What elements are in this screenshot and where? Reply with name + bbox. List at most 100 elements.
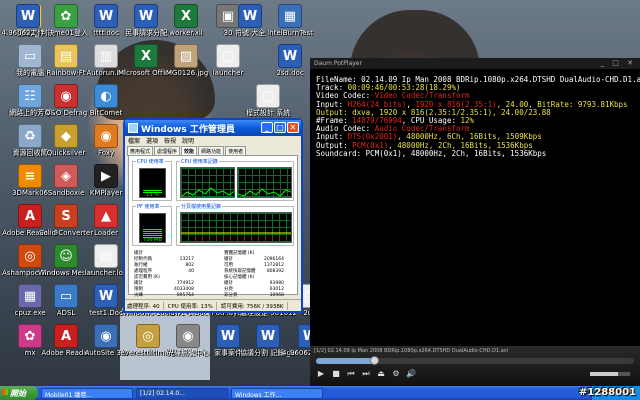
eject-icon[interactable]: ⏏ <box>376 369 386 379</box>
physical-memory-section: 實體記憶體 (K) 總計 2096164 可用 1372812 系統快取記憶體 808… <box>224 251 284 275</box>
desktop-icon-image: ◉ <box>54 84 78 108</box>
volume-slider[interactable] <box>590 372 630 376</box>
task-manager-statusbar: 處理程序: 40 CPU 使用率: 13% 認可費用: 756K / 3938K <box>125 299 301 311</box>
desktop-icon-image: ▤ <box>94 244 118 268</box>
kernel-memory-section: 核心記憶體 (K) 總計 93980 分頁 63012 非分頁 30968 <box>224 275 284 299</box>
desktop-icon-image: ◆ <box>54 124 78 148</box>
seek-bar-progress <box>316 358 375 364</box>
status-processes: 處理程序: 40 <box>127 301 164 310</box>
task-manager-icon <box>128 123 138 133</box>
player-control-bar: [1/2] 02.14.09 Ip Man 2008 BDRip.1080p.x… <box>310 346 640 386</box>
desktop-icon-image: A <box>54 324 78 348</box>
stop-icon[interactable]: ■ <box>331 369 341 379</box>
taskbar: 開始 Mobile01 議壇... [1/2] 02.14.0... Windo… <box>0 386 640 400</box>
performance-panel: CPU 使用率 13 % CPU 使用率記錄 PF 使用率 756 MB 分頁檔… <box>128 155 298 298</box>
desktop-icon-image: ◈ <box>54 164 78 188</box>
pf-usage-value: 756 MB <box>143 237 162 243</box>
cpu-history-label: CPU 使用率記錄 <box>180 158 219 165</box>
media-player-window[interactable]: Daum PotPlayer _ □ ✕ FileName: 02.14.09 … <box>310 58 640 386</box>
seek-bar[interactable] <box>316 356 634 365</box>
desktop-icon-image: ◐ <box>94 84 118 108</box>
maximize-button[interactable]: □ <box>274 122 286 133</box>
desktop-icon-image: W <box>134 4 158 28</box>
status-commit: 認可費用: 756K / 3938K <box>221 301 288 310</box>
desktop-icon-image: ▢ <box>256 84 280 108</box>
pf-usage-meter: 756 MB <box>139 213 166 243</box>
desktop-icon-image: W <box>238 4 262 28</box>
desktop-icon-image: ▥ <box>94 44 118 68</box>
taskbar-button-player[interactable]: [1/2] 02.14.0... <box>136 387 228 399</box>
cpu-usage-group: CPU 使用率 13 % <box>132 158 172 201</box>
taskbar-button-task-manager[interactable]: Windows 工作... <box>231 387 323 399</box>
next-icon[interactable]: ⏭ <box>361 369 371 379</box>
desktop-icon-image: ◉ <box>94 124 118 148</box>
player-status-line: [1/2] 02.14.09 Ip Man 2008 BDRip.1080p.x… <box>314 348 509 354</box>
osd-line: Soundcard: PCM(0x1), 48000Hz, 2Ch, 16Bit… <box>316 148 547 158</box>
settings-icon[interactable]: ⚙ <box>391 369 401 379</box>
playback-controls: ▶ ■ ⏮ ⏭ ⏏ ⚙ 🔊 <box>316 369 416 379</box>
desktop-icon-image: X <box>174 4 198 28</box>
start-button[interactable]: 開始 <box>0 386 38 400</box>
menu-view[interactable]: 檢視 <box>164 136 176 145</box>
desktop-icon-image: W <box>16 4 40 28</box>
desktop-icon[interactable]: ▢ 程式設計 系統 <box>240 84 296 117</box>
cpu-usage-meter: 13 % <box>139 168 166 198</box>
cpu-history-group: CPU 使用率記錄 <box>176 158 294 201</box>
desktop-icon[interactable]: ▦ IntelBurnTest <box>262 4 318 37</box>
menu-file[interactable]: 檔案 <box>128 136 140 145</box>
desktop-icon[interactable]: ▢ launcher <box>200 44 256 77</box>
desktop-icon-image: ▤ <box>54 44 78 68</box>
desktop-icon-label: 程式設計 系統 <box>245 109 291 117</box>
desktop-icon-image: ◎ <box>136 324 160 348</box>
desktop-icon-image: ▨ <box>174 44 198 68</box>
desktop-icon-image: ▢ <box>216 44 240 68</box>
pf-history-label: 分頁檔使用量記錄 <box>180 203 223 210</box>
seek-bar-handle[interactable] <box>370 356 380 365</box>
task-manager-window[interactable]: Windows 工作管理員 _ □ ✕ 檔案 選項 檢視 說明 應用程式 處理程… <box>123 118 303 313</box>
pf-usage-group: PF 使用率 756 MB <box>132 203 172 246</box>
desktop-icon-image: ◉ <box>94 324 118 348</box>
cpu-history-graph-core2 <box>237 167 292 198</box>
taskbar-button-browser[interactable]: Mobile01 議壇... <box>41 387 133 399</box>
cpu-usage-label: CPU 使用率 <box>136 158 165 165</box>
desktop-icon[interactable]: ◐ BitComet <box>78 84 134 117</box>
desktop-icon-image: ▲ <box>94 204 118 228</box>
desktop-icon-image: ◉ <box>176 324 200 348</box>
previous-icon[interactable]: ⏮ <box>346 369 356 379</box>
task-manager-titlebar[interactable]: Windows 工作管理員 _ □ ✕ <box>125 120 301 136</box>
close-button[interactable]: ✕ <box>287 122 299 133</box>
desktop-icon-image: ▭ <box>54 284 78 308</box>
volume-level <box>590 372 618 376</box>
desktop-icon-image: W <box>94 284 118 308</box>
media-player-titlebar[interactable]: Daum PotPlayer _ □ ✕ <box>310 58 640 69</box>
minimize-button[interactable]: _ <box>261 122 273 133</box>
desktop-icon-image: W <box>216 324 240 348</box>
pf-history-graph <box>180 212 292 243</box>
speaker-icon[interactable]: 🔊 <box>406 369 416 379</box>
desktop-icon-label: BitComet <box>89 109 123 117</box>
pf-history-group: 分頁檔使用量記錄 <box>176 203 294 246</box>
desktop-icon[interactable]: W 4.960622_ 判決 <box>0 4 56 37</box>
menu-options[interactable]: 選項 <box>146 136 158 145</box>
menu-help[interactable]: 說明 <box>182 136 194 145</box>
desktop-icon-image: ▶ <box>94 164 118 188</box>
watermark: #1288001 <box>578 387 636 398</box>
desktop-icon-image: W <box>278 44 302 68</box>
desktop-icon-image: S <box>54 204 78 228</box>
desktop-icon-image: W <box>256 324 280 348</box>
desktop-icon-image: ▦ <box>278 4 302 28</box>
status-cpu: CPU 使用率: 13% <box>168 301 217 310</box>
pf-usage-label: PF 使用率 <box>136 203 161 210</box>
window-controls[interactable]: _ □ ✕ <box>601 59 636 67</box>
totals-section: 總計 控制代碼 13217 執行緒 802 處理程序 40 <box>134 251 194 275</box>
commit-charge-section: 認可費用 (K) 總計 774912 限制 4033408 尖峰 895764 <box>134 275 194 299</box>
desktop-icon-image: X <box>134 44 158 68</box>
task-manager-title: Windows 工作管理員 <box>141 125 235 135</box>
task-manager-menu: 檔案 選項 檢視 說明 <box>125 136 301 145</box>
desktop-icon-label: launcher <box>212 69 244 77</box>
desktop-icon-label: IntelBurnTest <box>267 29 313 37</box>
desktop-icon-image: ✿ <box>54 4 78 28</box>
cpu-history-graph-core1 <box>180 167 235 198</box>
play-icon[interactable]: ▶ <box>316 369 326 379</box>
playback-info-osd: FileName: 02.14.09 Ip Man 2008 BDRip.108… <box>316 75 640 158</box>
